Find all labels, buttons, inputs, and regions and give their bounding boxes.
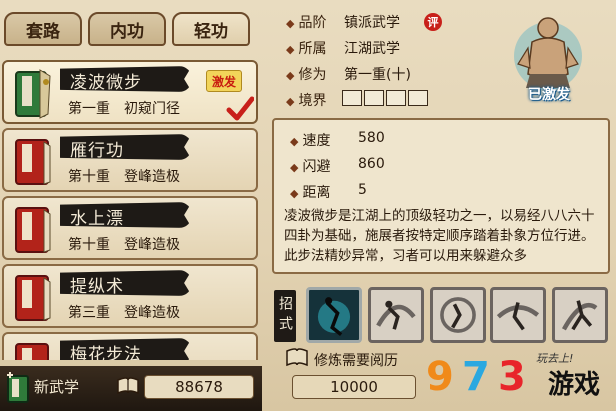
book-currency-icon [117, 377, 139, 395]
skill-item-1[interactable]: 雁行功 第十重 登峰造极 [2, 128, 258, 192]
tab-inner-skill[interactable]: 内功 [88, 12, 166, 46]
new-skill-label[interactable]: 新武学 [34, 376, 79, 397]
tab-bar: 套路 内功 轻功 [0, 0, 262, 52]
skill-name: 凌波微步 [70, 73, 142, 93]
stat-value: 860 [358, 156, 385, 172]
moves-label: 招式 [274, 290, 296, 342]
move-slot-3[interactable] [430, 287, 486, 343]
stat-distance: ◆ 距离 5 [290, 182, 367, 202]
skill-level-value: 第十重 [68, 237, 110, 253]
currency-amount: 88678 [144, 375, 254, 399]
site-watermark: 9 7 3 玩去上! 游戏 [420, 346, 616, 411]
grade-row: ◆ 品阶 镇派武学 [286, 12, 400, 32]
moves-label-text: 招式 [277, 296, 293, 336]
stat-label: 闪避 [302, 159, 331, 175]
move-art-icon [561, 300, 598, 331]
diamond-bullet-icon: ◆ [290, 161, 299, 174]
move-slot-2[interactable] [368, 287, 424, 343]
skill-description: 凌波微步是江湖上的顶级轻功之一，以易经八八六十四卦为基础，施展者按特定顺序踏着卦… [284, 206, 602, 266]
move-art-icon [496, 302, 540, 331]
skill-name: 提纵术 [70, 277, 124, 297]
diamond-bullet-icon: ◆ [286, 95, 295, 108]
skill-stage: 登峰造极 [124, 237, 180, 253]
checkmark-icon [226, 96, 254, 121]
red-book-icon [15, 343, 49, 360]
skill-item-2[interactable]: 水上漂 第十重 登峰造极 [2, 196, 258, 260]
skill-screen: 套路 内功 轻功 凌波微步 激发 第一重 初窥门径 雁行功 第十重 登峰造极 水… [0, 0, 616, 411]
realm-box [364, 90, 384, 106]
skill-level-value: 第一重 [68, 101, 110, 117]
tab-routine[interactable]: 套路 [4, 12, 82, 46]
move-slot-5[interactable] [552, 287, 608, 343]
diamond-bullet-icon: ◆ [286, 17, 295, 30]
skill-level: 第一重 初窥门径 [68, 98, 180, 118]
grade-label: 品阶 [298, 15, 327, 31]
cultivation-row: ◆ 修为 第一重(十) [286, 64, 411, 84]
skill-stage: 登峰造极 [124, 305, 180, 321]
watermark-text: 游戏 [548, 370, 601, 400]
skill-name: 水上漂 [70, 209, 124, 229]
activated-status: 已激发 [528, 87, 570, 103]
diamond-bullet-icon: ◆ [290, 187, 299, 200]
description-text: 凌波微步是江湖上的顶级轻功之一，以易经八八六十四卦为基础，施展者按特定顺序踏着卦… [284, 208, 595, 244]
stat-label: 速度 [302, 133, 331, 149]
footer-bar: 新武学 88678 [0, 366, 262, 411]
requirement-label: 修炼需要阅历 [314, 353, 398, 369]
diamond-bullet-icon: ◆ [286, 43, 295, 56]
skill-stage: 登峰造极 [124, 169, 180, 185]
skill-item-3[interactable]: 提纵术 第三重 登峰造极 [2, 264, 258, 328]
stat-value: 5 [358, 182, 367, 198]
realm-row: ◆ 境界 [286, 90, 326, 110]
skill-list[interactable]: 凌波微步 激发 第一重 初窥门径 雁行功 第十重 登峰造极 水上漂 第十重 登峰… [0, 56, 262, 360]
realm-box [408, 90, 428, 106]
description-text-cut: 此步法精妙异常，习者可以用来躲避众多 [284, 248, 527, 264]
stat-label: 距离 [302, 185, 331, 201]
new-skill-book-icon[interactable] [4, 370, 32, 404]
belong-value: 江湖武学 [344, 41, 400, 57]
scroll-book-icon [15, 69, 51, 119]
skill-level: 第十重 登峰造极 [68, 166, 180, 186]
move-art-icon [440, 297, 476, 333]
cultivation-value: 第一重(十) [344, 67, 411, 83]
skill-name: 梅花步法 [70, 345, 142, 360]
watermark-digit: 7 [462, 354, 490, 400]
skill-item-0[interactable]: 凌波微步 激发 第一重 初窥门径 [2, 60, 258, 124]
move-art-icon [376, 300, 416, 330]
realm-progress-boxes [342, 90, 430, 106]
requirement-value: 10000 [292, 375, 416, 399]
watermark-digit: 3 [498, 354, 526, 400]
cultivation-label: 修为 [298, 67, 327, 83]
rating-tag[interactable]: 评 [424, 13, 442, 31]
activated-badge: 激发 [206, 70, 242, 92]
skill-level: 第三重 登峰造极 [68, 302, 180, 322]
skill-level-value: 第十重 [68, 169, 110, 185]
stat-speed: ◆ 速度 580 [290, 130, 385, 150]
skill-name: 雁行功 [70, 141, 124, 161]
skill-level-value: 第三重 [68, 305, 110, 321]
experience-book-icon [286, 348, 308, 367]
tab-light-skill[interactable]: 轻功 [172, 12, 250, 46]
belong-row: ◆ 所属 江湖武学 [286, 38, 400, 58]
red-book-icon [15, 139, 51, 185]
move-slot-1[interactable] [306, 287, 362, 343]
stat-value: 580 [358, 130, 385, 146]
realm-label: 境界 [298, 93, 327, 109]
move-slot-4[interactable] [490, 287, 546, 343]
watermark-digit: 9 [426, 354, 454, 400]
skill-level: 第十重 登峰造极 [68, 234, 180, 254]
red-book-icon [15, 207, 51, 253]
move-art-icon [317, 297, 351, 337]
red-book-icon [15, 275, 51, 321]
grade-value: 镇派武学 [344, 15, 400, 31]
belong-label: 所属 [298, 41, 327, 57]
skill-stage: 初窥门径 [124, 101, 180, 117]
realm-box [386, 90, 406, 106]
diamond-bullet-icon: ◆ [286, 69, 295, 82]
stat-dodge: ◆ 闪避 860 [290, 156, 385, 176]
skill-detail-panel[interactable]: ◆ 速度 580 ◆ 闪避 860 ◆ 距离 5 凌波微步是江湖上的顶级轻功之一，以易… [272, 118, 610, 274]
realm-box [342, 90, 362, 106]
skill-item-4[interactable]: 梅花步法 [2, 332, 258, 360]
diamond-bullet-icon: ◆ [290, 135, 299, 148]
